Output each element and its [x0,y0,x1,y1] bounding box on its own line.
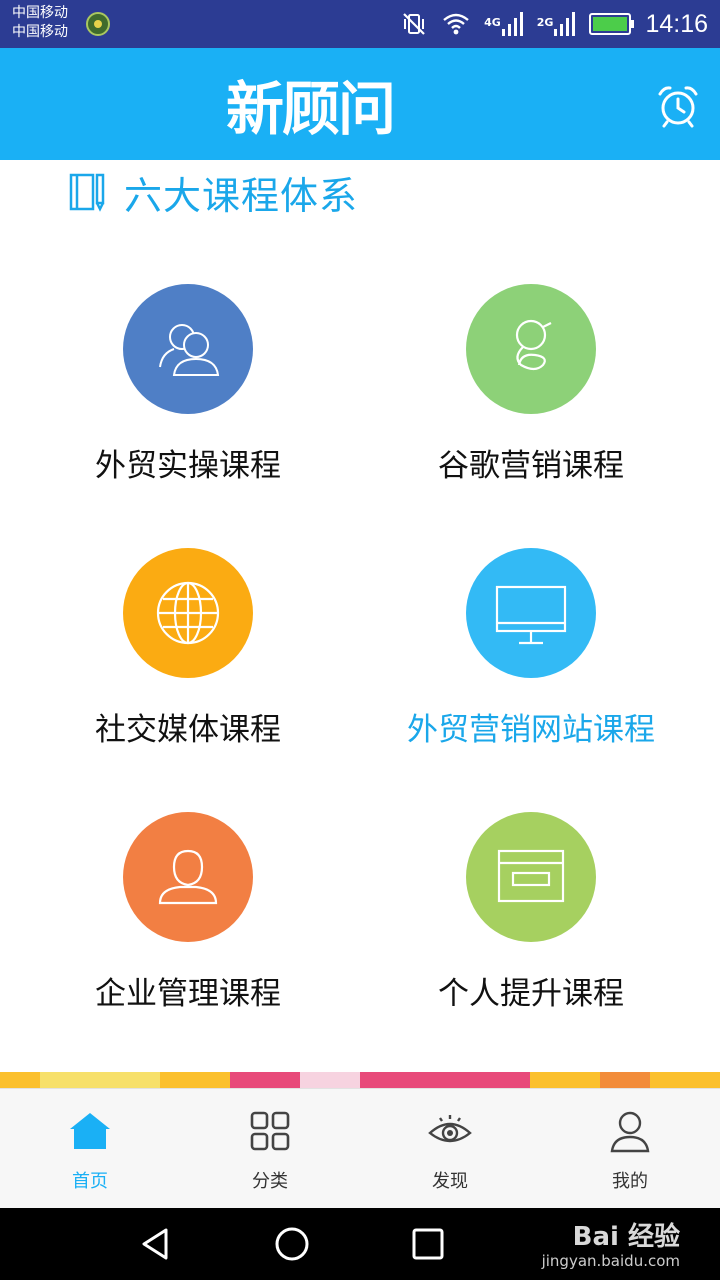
course-item-google-marketing[interactable]: 谷歌营销课程 [351,284,711,485]
course-circle [123,548,253,678]
carrier-1: 中国移动 [12,5,68,21]
status-bar: 中国移动 中国移动 4G 2G 14:16 [0,0,720,48]
wifi-icon [443,13,469,35]
back-icon[interactable] [136,1224,176,1264]
system-nav-bar: Bai 经验 jingyan.baidu.com [0,1208,720,1280]
battery-icon [589,13,635,35]
google-g-icon [515,319,552,371]
course-item-trade-practice[interactable]: 外贸实操课程 [8,284,368,485]
carrier-2: 中国移动 [12,24,68,40]
user-icon [610,1111,650,1153]
course-item-marketing-website[interactable]: 外贸营销网站课程 [351,548,711,749]
watermark-brand: Bai 经验 [572,1222,680,1252]
signal-4g: 4G [484,11,523,37]
nav-label-category: 分类 [252,1171,288,1192]
app-logo: 新顾问 [226,66,396,143]
section-header: 六大课程体系 [68,164,358,220]
app-header: 新顾问 [0,48,720,160]
course-item-business-management[interactable]: 企业管理课程 [8,812,368,1013]
recents-icon[interactable] [408,1224,448,1264]
section-title: 六大课程体系 [124,173,359,218]
bottom-nav: 首页 分类 发现 我的 [0,1088,720,1208]
course-label: 个人提升课程 [438,976,624,1012]
home-button-icon[interactable] [272,1224,312,1264]
network-type-2: 2G [536,16,554,29]
carrier-labels: 中国移动 中国移动 [12,4,68,42]
course-label: 谷歌营销课程 [438,448,624,484]
watermark-url: jingyan.baidu.com [541,1252,680,1270]
nav-item-discover[interactable]: 发现 [360,1089,540,1208]
course-item-personal-development[interactable]: 个人提升课程 [351,812,711,1013]
nav-label-home: 首页 [72,1171,108,1192]
course-circle [123,284,253,414]
course-label: 外贸营销网站课程 [407,712,655,748]
alarm-clock-icon[interactable] [654,82,702,130]
nav-item-me[interactable]: 我的 [540,1089,720,1208]
notebook-icon [69,173,105,212]
course-label: 外贸实操课程 [95,448,281,484]
signal-bars-icon [501,12,523,36]
grid-icon [250,1111,290,1151]
globe-icon [156,581,220,645]
course-label: 社交媒体课程 [95,712,281,748]
eye-icon [428,1115,472,1143]
signal-bars-icon [554,12,576,36]
course-item-social-media[interactable]: 社交媒体课程 [8,548,368,749]
monitor-icon [495,585,567,645]
card-icon [497,849,565,903]
carrier-badge-icon [86,12,110,36]
course-circle [466,284,596,414]
course-circle [466,548,596,678]
course-label: 企业管理课程 [95,976,281,1012]
logo-text: 新顾问 [226,75,396,143]
course-circle [466,812,596,942]
nav-item-home[interactable]: 首页 [0,1089,180,1208]
nav-label-me: 我的 [612,1171,648,1192]
nav-item-category[interactable]: 分类 [180,1089,360,1208]
home-icon [70,1113,110,1149]
signal-2g: 2G [537,11,576,37]
course-circle [123,812,253,942]
network-type-1: 4G [484,16,501,29]
promo-banner[interactable] [0,1072,720,1088]
clock: 14:16 [645,9,708,38]
nav-label-discover: 发现 [432,1171,468,1192]
status-icons: 4G 2G 14:16 [400,0,708,48]
users-icon [159,324,220,376]
vibrate-off-icon [403,13,425,35]
person-icon [158,849,218,905]
